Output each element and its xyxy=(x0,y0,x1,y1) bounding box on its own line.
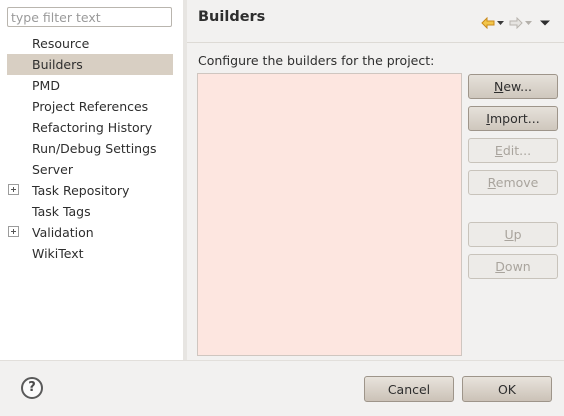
help-icon: ? xyxy=(28,380,36,395)
help-button[interactable]: ? xyxy=(21,377,43,399)
new-button-label: ew... xyxy=(503,79,533,94)
remove-button[interactable]: Remove xyxy=(468,170,558,195)
up-button[interactable]: Up xyxy=(468,222,558,247)
plus-expander-icon[interactable] xyxy=(8,184,19,195)
new-button-mnemonic: N xyxy=(493,79,504,94)
ok-button[interactable]: OK xyxy=(462,376,552,402)
tree-item-builders[interactable]: Builders xyxy=(7,54,173,75)
up-button-label: p xyxy=(513,227,522,242)
page-title: Builders xyxy=(198,9,266,25)
down-button-label: own xyxy=(504,259,531,274)
tree-item-task-tags[interactable]: Task Tags xyxy=(0,201,183,222)
import-button[interactable]: Import... xyxy=(468,106,558,131)
filter-input[interactable] xyxy=(7,7,172,27)
tree-item-label: WikiText xyxy=(32,246,84,261)
down-button[interactable]: Down xyxy=(468,254,558,279)
tree-item-task-repository[interactable]: Task Repository xyxy=(0,180,183,201)
view-menu-icon xyxy=(540,20,550,26)
button-bar-separator xyxy=(0,360,564,361)
builders-list[interactable] xyxy=(197,73,462,356)
tree-item-wikitext[interactable]: WikiText xyxy=(0,243,183,264)
forward-arrow-icon xyxy=(509,17,523,29)
tree-item-label: PMD xyxy=(32,78,60,93)
tree-item-label: Refactoring History xyxy=(32,120,153,135)
down-button-mnemonic: D xyxy=(495,259,505,274)
back-dropdown-icon[interactable] xyxy=(497,20,504,26)
pane-divider-sash[interactable] xyxy=(183,0,187,360)
header-separator xyxy=(187,42,564,43)
tree-item-validation[interactable]: Validation xyxy=(0,222,183,243)
tree-item-run-debug-settings[interactable]: Run/Debug Settings xyxy=(0,138,183,159)
tree-item-label: Project References xyxy=(32,99,149,114)
edit-button-label: dit... xyxy=(502,143,532,158)
tree-item-project-references[interactable]: Project References xyxy=(0,96,183,117)
page-description: Configure the builders for the project: xyxy=(198,53,435,68)
tree-item-label: Task Repository xyxy=(32,183,130,198)
tree-item-label: Run/Debug Settings xyxy=(32,141,157,156)
back-arrow-icon xyxy=(481,17,495,29)
tree-item-label: Validation xyxy=(32,225,94,240)
back-button[interactable] xyxy=(481,17,504,29)
edit-button[interactable]: Edit... xyxy=(468,138,558,163)
tree-item-label: Builders xyxy=(32,57,83,72)
new-button[interactable]: New... xyxy=(468,74,558,99)
up-button-mnemonic: U xyxy=(504,227,514,242)
tree-item-label: Task Tags xyxy=(32,204,91,219)
import-button-label: mport... xyxy=(489,111,540,126)
property-page-tree: Resource Builders PMD Project References Ref… xyxy=(0,33,183,264)
cancel-button[interactable]: Cancel xyxy=(364,376,454,402)
edit-button-mnemonic: E xyxy=(494,143,503,158)
preferences-tree-pane: Resource Builders PMD Project References Ref… xyxy=(0,0,183,360)
tree-item-label: Server xyxy=(32,162,73,177)
plus-expander-icon[interactable] xyxy=(8,226,19,237)
tree-item-server[interactable]: Server xyxy=(0,159,183,180)
tree-item-label: Resource xyxy=(32,36,90,51)
remove-button-mnemonic: R xyxy=(487,175,496,190)
forward-button[interactable] xyxy=(509,17,532,29)
tree-item-pmd[interactable]: PMD xyxy=(0,75,183,96)
tree-item-resource[interactable]: Resource xyxy=(0,33,183,54)
page-navigation xyxy=(476,14,550,32)
tree-item-refactoring-history[interactable]: Refactoring History xyxy=(0,117,183,138)
view-menu-button[interactable] xyxy=(540,20,550,26)
remove-button-label: emove xyxy=(495,175,539,190)
forward-dropdown-icon[interactable] xyxy=(525,20,532,26)
